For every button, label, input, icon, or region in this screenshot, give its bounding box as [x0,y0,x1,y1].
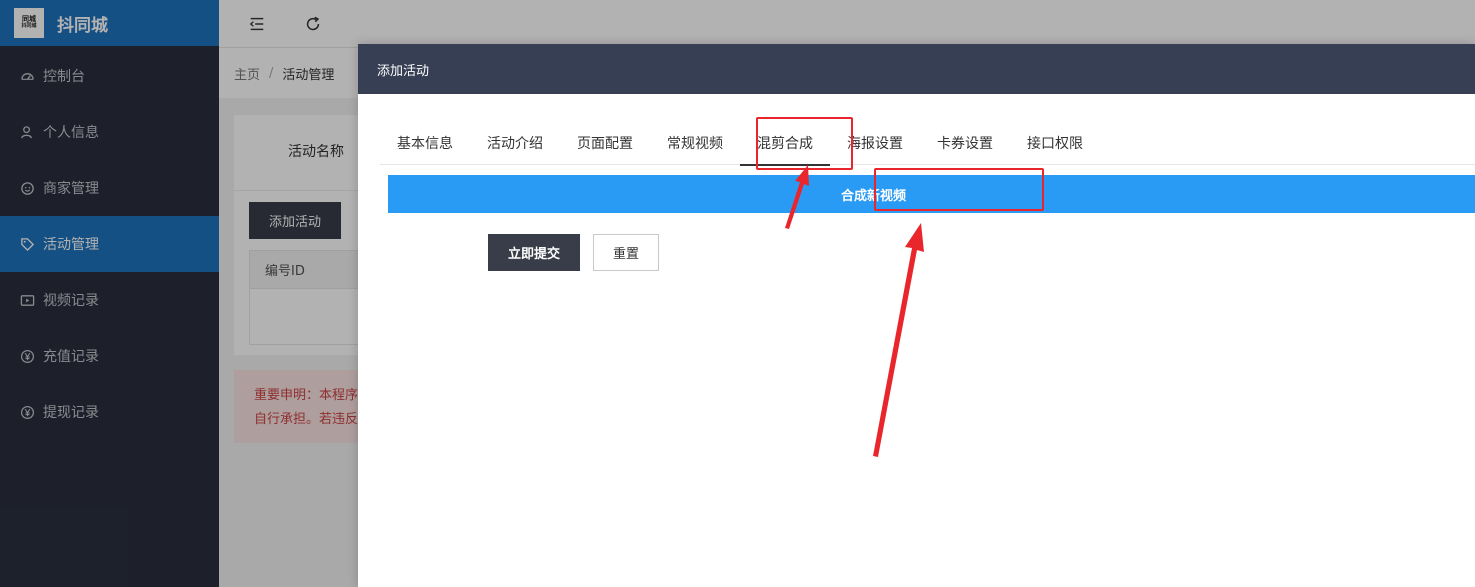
tab-basic-info[interactable]: 基本信息 [380,129,470,165]
annotation-box-tab [756,117,853,170]
modal-title: 添加活动 [377,63,430,79]
tab-coupon-settings[interactable]: 卡券设置 [920,129,1010,165]
submit-button[interactable]: 立即提交 [488,234,580,271]
tab-page-config[interactable]: 页面配置 [560,129,650,165]
add-activity-modal: 添加活动 基本信息 活动介绍 页面配置 常规视频 混剪合成 海报设置 卡券设置 … [358,44,1475,587]
reset-button[interactable]: 重置 [593,234,659,271]
tab-api-permissions[interactable]: 接口权限 [1010,129,1100,165]
tab-regular-video[interactable]: 常规视频 [650,129,740,165]
modal-header: 添加活动 [358,44,1475,94]
tab-activity-intro[interactable]: 活动介绍 [470,129,560,165]
annotation-box-compose-button [874,168,1044,211]
modal-tabs: 基本信息 活动介绍 页面配置 常规视频 混剪合成 海报设置 卡券设置 接口权限 [380,129,1475,166]
